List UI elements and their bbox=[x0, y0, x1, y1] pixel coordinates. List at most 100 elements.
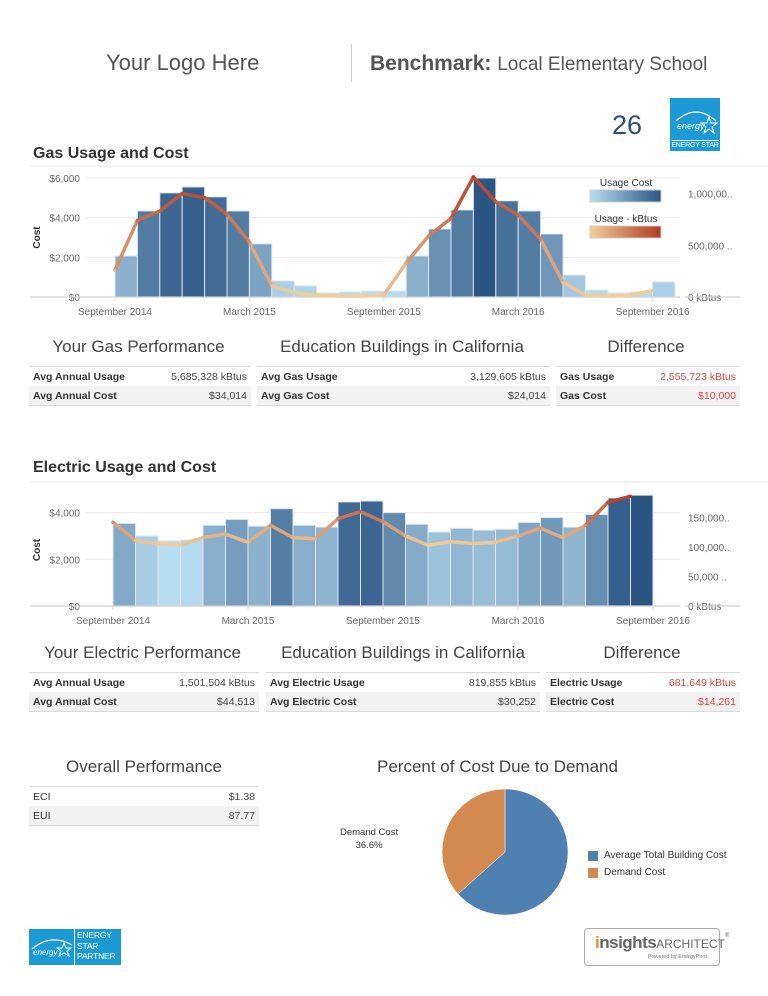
table-row: Electric Usage 681,649 kBtus bbox=[546, 672, 740, 692]
usage-point bbox=[246, 540, 250, 544]
legend-swatch bbox=[588, 867, 598, 878]
energy-star-mark-icon: energy bbox=[29, 929, 75, 965]
usage-point bbox=[449, 216, 453, 220]
row-value: 5,685,328 kBtus bbox=[171, 370, 247, 383]
usage-point bbox=[606, 500, 610, 504]
usage-point bbox=[270, 284, 274, 288]
usage-point bbox=[561, 536, 565, 540]
electric-benchmark-title: Education Buildings in California bbox=[281, 643, 525, 662]
cost-bar bbox=[652, 281, 676, 298]
table-row: Avg Annual Cost $34,014 bbox=[29, 386, 251, 406]
x-tick-label: September 2016 bbox=[616, 616, 690, 627]
usage-line-segment bbox=[471, 540, 498, 546]
usage-point bbox=[403, 534, 408, 538]
usage-point bbox=[313, 537, 318, 541]
usage-point bbox=[225, 212, 229, 216]
insights-architect-tagline: Powered by EnergyPrint bbox=[647, 954, 707, 960]
legend-label: Demand Cost bbox=[604, 867, 666, 878]
electric-yours-table: Avg Annual Usage 1,501,504 kBtus Avg Ann… bbox=[29, 672, 259, 712]
y2-tick-label: 0 kBtus bbox=[688, 602, 721, 613]
usage-point bbox=[628, 494, 633, 498]
cost-bar bbox=[180, 539, 204, 607]
row-value: $14,261 bbox=[698, 695, 736, 708]
legend-swatch bbox=[588, 850, 598, 861]
legend-item-demand: Demand Cost bbox=[588, 867, 665, 878]
benchmark-title: Benchmark: Local Elementary School bbox=[370, 52, 707, 76]
y-tick-label: $4,000 bbox=[49, 214, 80, 225]
usage-point bbox=[178, 543, 183, 547]
pie-title: Percent of Cost Due to Demand bbox=[377, 757, 618, 776]
usage-point bbox=[113, 268, 117, 272]
gas-benchmark-title: Education Buildings in California bbox=[280, 337, 524, 356]
electric-yours-title: Your Electric Performance bbox=[44, 643, 241, 662]
row-label: Electric Cost bbox=[550, 695, 615, 708]
energy-star-logo: energy ENERGY STAR bbox=[670, 98, 720, 151]
wordmark-tm: ® bbox=[724, 933, 730, 939]
y-tick-label: $2,000 bbox=[49, 253, 80, 264]
gas-difference-title: Difference bbox=[607, 337, 685, 356]
gas-section-title: Gas Usage and Cost bbox=[33, 145, 189, 162]
energy-star-score: 26 bbox=[612, 110, 643, 140]
insights-architect-wordmark: insightsARCHITECT® bbox=[595, 933, 729, 953]
row-label: ECI bbox=[33, 790, 51, 803]
gas-chart: $0 $2,000 $4,000 $6,000 0 kBtus 500,000 .. 1,0… bbox=[30, 165, 768, 318]
legend-label: Average Total Building Cost bbox=[604, 850, 727, 861]
usage-point bbox=[180, 191, 184, 196]
energy-star-icon: energy bbox=[675, 111, 719, 135]
usage-point bbox=[381, 520, 385, 524]
overall-table: ECI $1.38 EUI 87.77 bbox=[29, 786, 259, 826]
row-value: $30,252 bbox=[498, 695, 536, 708]
x-tick-label: March 2016 bbox=[492, 307, 545, 318]
wordmark-architect: ARCHITECT bbox=[656, 937, 725, 951]
cost-bar bbox=[382, 512, 406, 607]
y2-tick-label: 1,000,00.. bbox=[688, 190, 732, 201]
usage-point bbox=[516, 534, 520, 538]
usage-point bbox=[651, 289, 655, 293]
row-value: $1.38 bbox=[228, 790, 255, 803]
usage-point bbox=[133, 538, 138, 543]
row-value: 3,129,605 kBtus bbox=[470, 370, 546, 383]
usage-point bbox=[223, 532, 228, 536]
row-value: $34,014 bbox=[209, 389, 247, 402]
y-tick-label: $0 bbox=[69, 293, 81, 304]
wordmark-insights: nsights bbox=[599, 933, 657, 952]
usage-point bbox=[539, 237, 543, 241]
usage-point bbox=[448, 540, 453, 544]
usage-line-segment bbox=[448, 539, 475, 546]
usage-point bbox=[111, 520, 115, 524]
electric-difference-table: Electric Usage 681,649 kBtus Electric Co… bbox=[546, 672, 740, 712]
usage-point bbox=[471, 175, 475, 179]
pie-annotation: Demand Cost 36.6% bbox=[340, 826, 398, 852]
table-row: Avg Annual Usage 5,685,328 kBtus bbox=[29, 366, 251, 386]
usage-point bbox=[606, 294, 610, 298]
y2-tick-label: 0 kBtus bbox=[688, 293, 721, 304]
usage-point bbox=[135, 218, 139, 223]
cost-bar bbox=[225, 518, 249, 607]
pie-chart bbox=[441, 788, 569, 916]
x-tick-label: September 2016 bbox=[616, 307, 690, 318]
gas-difference-table: Gas Usage 2,555,723 kBtus Gas Cost $10,0… bbox=[556, 366, 740, 406]
electric-difference-title: Difference bbox=[603, 643, 681, 662]
cost-bar bbox=[562, 526, 586, 607]
legend-color-ramp bbox=[589, 225, 662, 239]
y-tick-label: $2,000 bbox=[49, 555, 80, 566]
partner-line: ENERGY bbox=[77, 930, 112, 940]
usage-line-segment bbox=[382, 261, 408, 297]
row-label: Avg Electric Cost bbox=[270, 695, 357, 708]
usage-point bbox=[158, 209, 162, 213]
row-label: Avg Gas Cost bbox=[261, 389, 330, 402]
row-label: EUI bbox=[33, 809, 51, 822]
legend-title: Usage - kBtus bbox=[595, 214, 658, 225]
cost-bar bbox=[585, 514, 609, 607]
row-value: 819,855 kBtus bbox=[468, 676, 536, 689]
row-label: Electric Usage bbox=[550, 676, 623, 689]
usage-point bbox=[358, 510, 363, 514]
gas-benchmark-table: Avg Gas Usage 3,129,605 kBtus Avg Gas Co… bbox=[257, 366, 550, 406]
partner-logo-text: ENERGY STAR PARTNER bbox=[75, 929, 116, 965]
x-tick-label: September 2015 bbox=[347, 307, 421, 318]
gas-yours-title: Your Gas Performance bbox=[52, 337, 225, 356]
benchmark-label: Benchmark: bbox=[370, 52, 492, 75]
legend-title: Usage Cost bbox=[600, 178, 652, 189]
building-name: Local Elementary School bbox=[497, 54, 708, 75]
cost-bar bbox=[450, 209, 474, 298]
